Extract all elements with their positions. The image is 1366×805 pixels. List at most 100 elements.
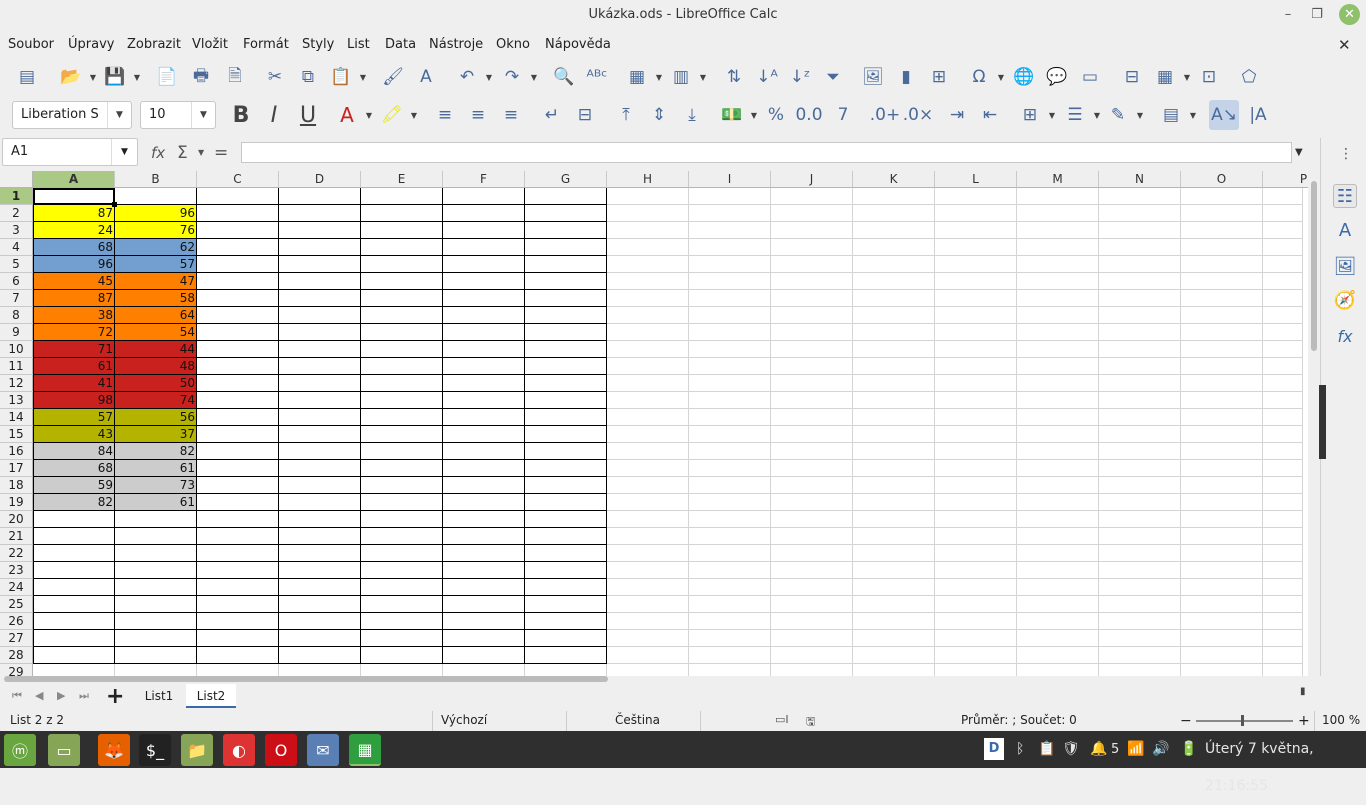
chevron-down-icon[interactable]: ▼ [88, 62, 98, 92]
cell[interactable] [197, 358, 279, 375]
cell[interactable] [279, 205, 361, 222]
cell[interactable] [1263, 647, 1303, 664]
cell[interactable] [443, 392, 525, 409]
cell[interactable] [1181, 307, 1263, 324]
chevron-down-icon[interactable]: ▼ [1047, 100, 1057, 130]
cell[interactable] [1263, 188, 1303, 205]
cell[interactable] [935, 307, 1017, 324]
expand-formula-bar-icon[interactable]: ▼ [1295, 140, 1303, 166]
cell[interactable] [1017, 341, 1099, 358]
chevron-down-icon[interactable]: ▼ [107, 102, 131, 128]
cell[interactable] [115, 511, 197, 528]
cell[interactable] [607, 511, 689, 528]
comment-icon[interactable]: 💬 [1042, 62, 1072, 92]
cell[interactable] [1181, 528, 1263, 545]
merge-cells-icon[interactable]: ⊟ [570, 100, 600, 130]
cell[interactable] [525, 222, 607, 239]
menu-list[interactable]: List [347, 32, 370, 58]
cell[interactable] [607, 460, 689, 477]
cell[interactable] [525, 256, 607, 273]
row-header-2[interactable]: 2 [0, 205, 33, 222]
cell[interactable] [1181, 222, 1263, 239]
cell[interactable] [853, 664, 935, 676]
find-replace-icon[interactable]: 🔍 [549, 62, 579, 92]
column-header-b[interactable]: B [115, 171, 197, 188]
cell[interactable]: 64 [115, 307, 197, 324]
cell[interactable] [689, 273, 771, 290]
menu-styly[interactable]: Styly [302, 32, 334, 58]
cell[interactable] [443, 545, 525, 562]
cell[interactable]: 82 [115, 443, 197, 460]
chevron-down-icon[interactable]: ▼ [529, 62, 539, 92]
cell[interactable] [525, 647, 607, 664]
cell[interactable] [853, 256, 935, 273]
cell[interactable] [607, 494, 689, 511]
cell[interactable] [1099, 273, 1181, 290]
sort-ascending-icon[interactable]: ↓ᴬ [752, 62, 782, 92]
chevron-down-icon[interactable]: ▼ [1135, 100, 1145, 130]
cell[interactable] [279, 188, 361, 205]
cell[interactable] [361, 494, 443, 511]
files-icon[interactable]: 📁 [181, 734, 213, 766]
column-header-m[interactable]: M [1017, 171, 1099, 188]
autofilter-icon[interactable]: ⏷ [818, 62, 848, 92]
cell[interactable] [689, 205, 771, 222]
image-icon[interactable]: 🖼 [858, 62, 888, 92]
cell[interactable] [1181, 545, 1263, 562]
column-icon[interactable]: ▥ [666, 62, 696, 92]
paste-icon[interactable]: 📋 [326, 62, 356, 92]
horizontal-scroll-thumb[interactable] [4, 676, 608, 682]
cell[interactable] [1263, 664, 1303, 676]
cell[interactable] [197, 511, 279, 528]
cell[interactable]: 58 [115, 290, 197, 307]
cell[interactable] [279, 562, 361, 579]
cell[interactable]: 38 [33, 307, 115, 324]
cell[interactable] [279, 239, 361, 256]
row-header-29[interactable]: 29 [0, 664, 33, 676]
cell[interactable] [1263, 324, 1303, 341]
special-character-icon[interactable]: Ω [964, 62, 994, 92]
cell[interactable] [525, 664, 607, 676]
cell[interactable] [935, 426, 1017, 443]
currency-format-icon[interactable]: 💵 [717, 100, 747, 130]
align-left-icon[interactable]: ≡ [430, 100, 460, 130]
cell[interactable] [115, 613, 197, 630]
cell[interactable] [935, 630, 1017, 647]
cell[interactable]: 76 [115, 222, 197, 239]
cell[interactable] [33, 613, 115, 630]
print-icon[interactable]: 🖶 [186, 62, 216, 92]
cell[interactable] [607, 273, 689, 290]
cell[interactable] [607, 392, 689, 409]
cell[interactable] [525, 273, 607, 290]
cell[interactable] [1017, 477, 1099, 494]
cell[interactable] [279, 528, 361, 545]
cell[interactable] [361, 426, 443, 443]
cell[interactable] [607, 324, 689, 341]
cell[interactable]: 62 [115, 239, 197, 256]
cell[interactable] [525, 426, 607, 443]
cell[interactable] [689, 443, 771, 460]
cell[interactable] [1099, 256, 1181, 273]
last-sheet-icon[interactable]: ⏭ [79, 689, 89, 703]
cell[interactable] [115, 630, 197, 647]
cell[interactable] [1263, 511, 1303, 528]
cell[interactable] [689, 307, 771, 324]
cell[interactable] [279, 545, 361, 562]
cell[interactable] [1263, 443, 1303, 460]
row-header-16[interactable]: 16 [0, 443, 33, 460]
mail-icon[interactable]: ✉ [307, 734, 339, 766]
bluetooth-icon[interactable]: ᛒ [1016, 731, 1024, 768]
cell[interactable] [361, 460, 443, 477]
cell[interactable] [197, 222, 279, 239]
cell[interactable] [361, 545, 443, 562]
cell[interactable] [1263, 256, 1303, 273]
cell[interactable] [1099, 511, 1181, 528]
cell[interactable] [1099, 596, 1181, 613]
cell[interactable] [197, 477, 279, 494]
column-header-a[interactable]: A [33, 171, 115, 188]
cell[interactable] [443, 630, 525, 647]
cell[interactable] [1017, 528, 1099, 545]
cell[interactable]: 61 [115, 460, 197, 477]
header-footer-icon[interactable]: ▭ [1075, 62, 1105, 92]
cell[interactable] [853, 562, 935, 579]
